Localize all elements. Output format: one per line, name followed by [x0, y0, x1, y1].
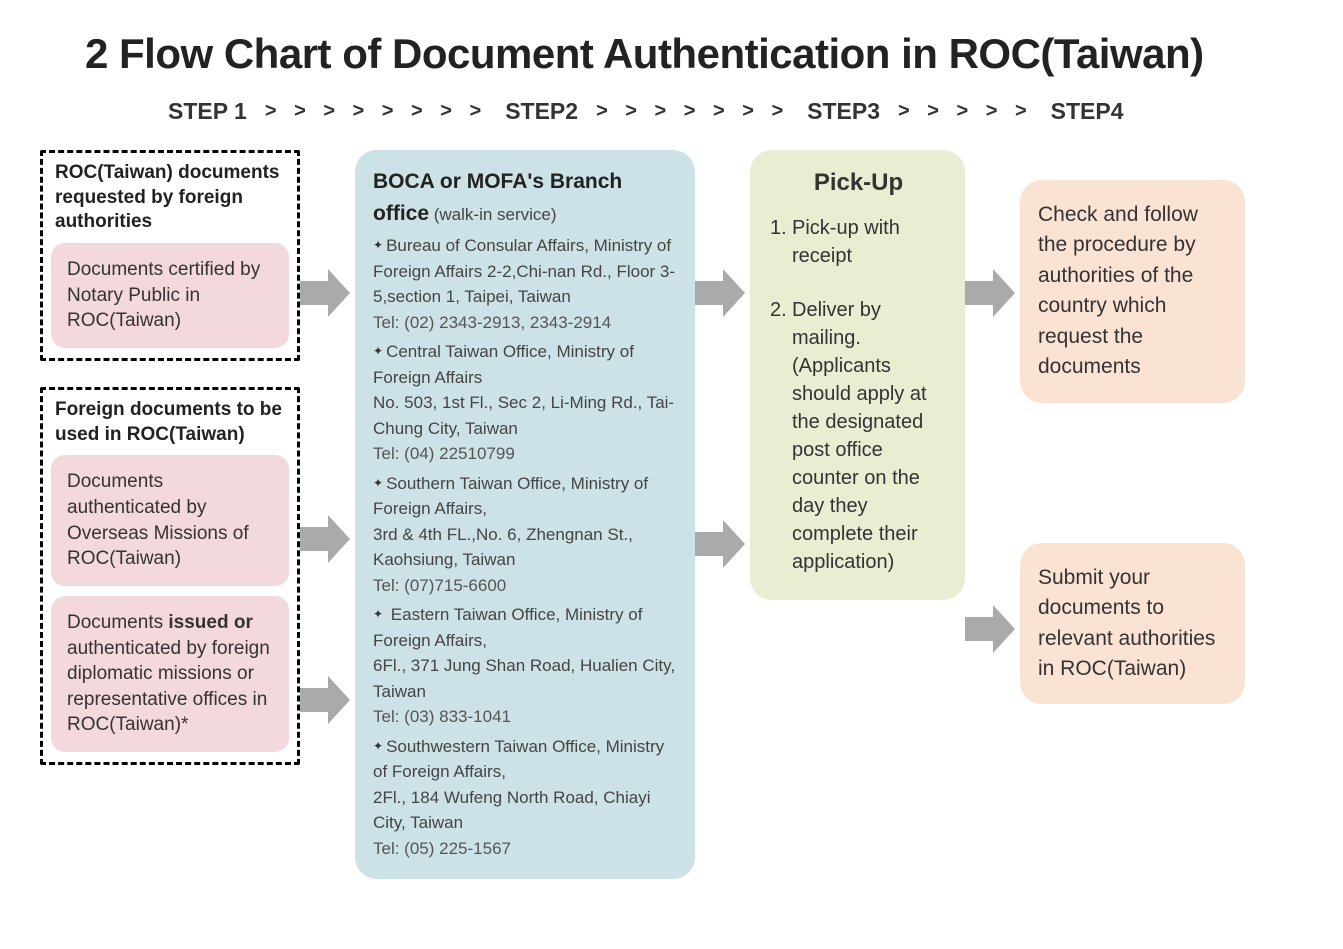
arrow-icon — [300, 672, 350, 728]
arrow-icon — [695, 265, 745, 321]
page-title: 2 Flow Chart of Document Authentication … — [85, 30, 1303, 78]
boca-mofa-offices: BOCA or MOFA's Branch office (walk-in se… — [355, 150, 695, 879]
office-tel: Tel: (05) 225-1567 — [373, 836, 677, 862]
office-entry: Eastern Taiwan Office, Ministry of Forei… — [373, 602, 677, 730]
final-foreign-authorities: Check and follow the procedure by author… — [1020, 180, 1245, 403]
office-tel: Tel: (02) 2343-2913, 2343-2914 — [373, 310, 677, 336]
final-roc-authorities: Submit your documents to relevant author… — [1020, 543, 1245, 705]
box-title: Pick-Up — [770, 166, 947, 200]
group-header: ROC(Taiwan) documents requested by forei… — [51, 161, 289, 235]
list-number: 2. — [770, 296, 792, 576]
chevron-icon: > > > > > > > — [596, 100, 789, 123]
pickup-box: Pick-Up 1. Pick-up with receipt 2. Deliv… — [750, 150, 965, 600]
group-foreign-docs: Foreign documents to be used in ROC(Taiw… — [40, 387, 300, 765]
step-1-label: STEP 1 — [168, 98, 247, 125]
flow-diagram: ROC(Taiwan) documents requested by forei… — [40, 150, 1303, 879]
office-name: Southwestern Taiwan Office, Ministry of … — [373, 737, 664, 782]
arrow-icon — [965, 265, 1015, 321]
step-3-label: STEP3 — [807, 98, 880, 125]
arrow-icon — [300, 265, 350, 321]
text-bold: issued or — [168, 612, 252, 633]
office-address: No. 503, 1st Fl., Sec 2, Li-Ming Rd., Ta… — [373, 390, 677, 441]
office-tel: Tel: (07)715-6600 — [373, 573, 677, 599]
office-address: 2Fl., 184 Wufeng North Road, Chiayi City… — [373, 785, 677, 836]
box-subtitle: (walk-in service) — [429, 205, 557, 224]
office-name: Bureau of Consular Affairs, Ministry of … — [373, 236, 675, 306]
text: authenticated by foreign diplomatic miss… — [67, 638, 270, 736]
chevron-icon: > > > > > > > > — [265, 100, 487, 123]
office-name: Eastern Taiwan Office, Ministry of Forei… — [373, 605, 642, 650]
group-roc-docs: ROC(Taiwan) documents requested by forei… — [40, 150, 300, 361]
office-address: 3rd & 4th FL.,No. 6, Zhengnan St., Kaohs… — [373, 522, 677, 573]
step-2-label: STEP2 — [505, 98, 578, 125]
office-entry: Southwestern Taiwan Office, Ministry of … — [373, 734, 677, 862]
doc-type-diplomatic: Documents issued or authenticated by for… — [51, 596, 289, 752]
list-number: 1. — [770, 214, 792, 270]
arrow-icon — [695, 516, 745, 572]
office-entry: Central Taiwan Office, Ministry of Forei… — [373, 339, 677, 467]
office-address: 6Fl., 371 Jung Shan Road, Hualien City, … — [373, 653, 677, 704]
arrow-icon — [965, 601, 1015, 657]
list-item: 2. Deliver by mailing. (Applicants shoul… — [770, 296, 947, 576]
list-text: Pick-up with receipt — [792, 214, 947, 270]
office-name: Central Taiwan Office, Ministry of Forei… — [373, 342, 634, 387]
office-entry: Southern Taiwan Office, Ministry of Fore… — [373, 471, 677, 599]
office-tel: Tel: (04) 22510799 — [373, 441, 677, 467]
arrow-icon — [300, 511, 350, 567]
step-4-label: STEP4 — [1051, 98, 1124, 125]
list-text: Deliver by mailing. (Applicants should a… — [792, 296, 947, 576]
office-entry: Bureau of Consular Affairs, Ministry of … — [373, 233, 677, 335]
list-item: 1. Pick-up with receipt — [770, 214, 947, 270]
office-tel: Tel: (03) 833-1041 — [373, 704, 677, 730]
text: Documents — [67, 612, 168, 633]
group-header: Foreign documents to be used in ROC(Taiw… — [51, 398, 289, 447]
step-header: STEP 1 > > > > > > > > STEP2 > > > > > >… — [150, 98, 1303, 125]
doc-type-notary: Documents certified by Notary Public in … — [51, 243, 289, 348]
chevron-icon: > > > > > — [898, 100, 1033, 123]
doc-type-overseas: Documents authenticated by Overseas Miss… — [51, 455, 289, 586]
office-name: Southern Taiwan Office, Ministry of Fore… — [373, 474, 648, 519]
